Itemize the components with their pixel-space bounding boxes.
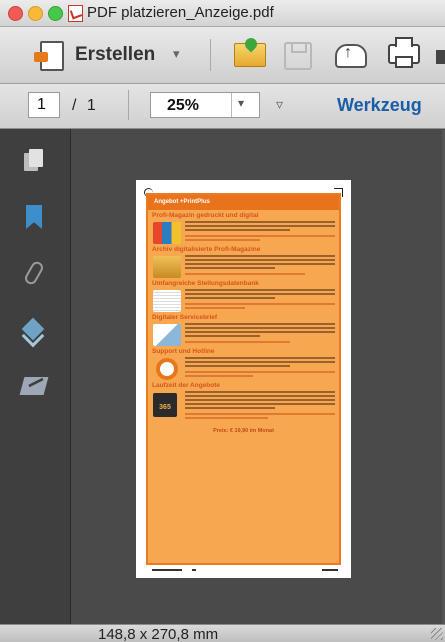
resize-grip-icon[interactable] (431, 628, 443, 640)
ad-section-title: Umfangreiche Stellungsdatenbank (152, 280, 259, 287)
chevron-down-icon[interactable]: ▾ (173, 46, 180, 62)
zoom-value: 25% (167, 97, 200, 114)
document-view[interactable]: Angebot +PrintPlus Profi-Magazin gedruck… (71, 129, 445, 624)
ad-section: Archiv digitalisierte Profi-Magazine (148, 244, 339, 278)
ad-text (185, 357, 335, 377)
ad-text (185, 323, 335, 343)
toolbar-overflow-icon[interactable]: ▿ (276, 96, 283, 113)
papers-image (153, 290, 181, 312)
create-button[interactable]: Erstellen (75, 44, 155, 66)
status-bar: 148,8 x 270,8 mm (0, 624, 445, 642)
create-icon[interactable] (34, 41, 64, 71)
pages-icon[interactable] (24, 149, 44, 171)
cloud-upload-icon[interactable] (335, 44, 367, 68)
ad-section: Laufzeit der Angebote 365 (148, 380, 339, 422)
ad-header: Angebot +PrintPlus (148, 195, 339, 210)
ad-text (185, 289, 335, 309)
save-icon[interactable] (284, 42, 312, 70)
zoom-button[interactable] (48, 6, 63, 21)
signature-icon[interactable] (19, 377, 49, 395)
acrobat-window: PDF platzieren_Anzeige.pdf Erstellen ▾ /… (0, 0, 445, 642)
bookmark-icon[interactable] (26, 205, 42, 229)
ad-section: Umfangreiche Stellungsdatenbank (148, 278, 339, 312)
ad-section: Digitaler Servicebrief (148, 312, 339, 346)
print-icon[interactable] (388, 37, 420, 68)
main-toolbar: Erstellen ▾ (0, 27, 445, 84)
pdf-file-icon (68, 5, 83, 22)
title-bar: PDF platzieren_Anzeige.pdf (0, 0, 445, 27)
ad-section-title: Archiv digitalisierte Profi-Magazine (152, 246, 261, 253)
window-title: PDF platzieren_Anzeige.pdf (87, 4, 274, 21)
close-button[interactable] (8, 6, 23, 21)
ad-section-title: Support und Hotline (152, 348, 215, 355)
tools-button[interactable]: Werkzeug (337, 95, 422, 116)
navigation-pane (0, 129, 71, 624)
ad-section-title: Profi-Magazin gedruckt und digital (152, 212, 259, 219)
zoom-select[interactable]: 25% ▾ (150, 92, 260, 118)
page-dimensions: 148,8 x 270,8 mm (98, 626, 219, 642)
page-number-input[interactable] (28, 92, 60, 118)
ad-price: Preis: € 19,90 im Monat (213, 428, 274, 434)
ad-text (185, 221, 335, 241)
zoom-divider (231, 93, 232, 117)
more-tools-icon[interactable] (436, 50, 445, 64)
page-footer (146, 569, 341, 572)
chevron-down-icon[interactable]: ▾ (238, 96, 244, 110)
toolbar-divider (210, 39, 211, 71)
letters-image (153, 324, 181, 346)
ad-section: Support und Hotline (148, 346, 339, 380)
magazine-stack-image (153, 222, 181, 244)
ad-section: Profi-Magazin gedruckt und digital (148, 210, 339, 244)
layers-icon[interactable] (22, 319, 46, 343)
attachment-icon[interactable] (22, 259, 46, 287)
open-folder-icon[interactable] (234, 43, 266, 67)
pdf-page: Angebot +PrintPlus Profi-Magazin gedruck… (136, 180, 351, 578)
navigation-toolbar: / 1 25% ▾ ▿ Werkzeug (0, 84, 445, 129)
calendar-image: 365 (153, 393, 177, 417)
ad-section-title: Digitaler Servicebrief (152, 314, 218, 321)
advertisement: Angebot +PrintPlus Profi-Magazin gedruck… (146, 193, 341, 565)
minimize-button[interactable] (28, 6, 43, 21)
toolbar-divider (128, 90, 129, 120)
ad-section-title: Laufzeit der Angebote (152, 382, 221, 389)
archive-boxes-image (153, 256, 181, 278)
ad-text (185, 255, 335, 275)
lifebuoy-image (156, 358, 178, 380)
page-total-label: / 1 (72, 97, 96, 114)
ad-text (185, 391, 335, 419)
